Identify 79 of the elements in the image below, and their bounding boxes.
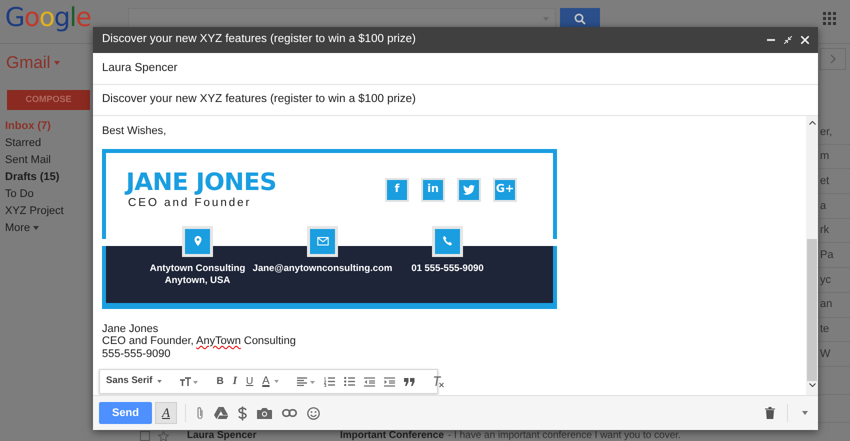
- underline-button[interactable]: U: [246, 374, 254, 389]
- recipient-field[interactable]: Laura Spencer: [93, 53, 818, 85]
- align-left-icon[interactable]: [296, 377, 315, 386]
- exit-full-screen-icon[interactable]: [784, 36, 792, 44]
- caret-icon: [157, 380, 162, 383]
- message-snippet: W: [820, 346, 832, 362]
- send-button[interactable]: Send: [99, 402, 152, 424]
- link-icon[interactable]: [282, 409, 297, 417]
- contact-text: Jane@anytownconsulting.com: [252, 262, 392, 274]
- nav-item[interactable]: Drafts (15): [5, 168, 93, 186]
- chevron-down-icon: [808, 383, 816, 387]
- message-snippet: et: [820, 174, 830, 189]
- google-logo: Google: [5, 3, 91, 33]
- nav-item[interactable]: XYZ Project: [5, 202, 93, 220]
- message-snippet: m: [820, 149, 830, 164]
- sender-name: Laura Spencer: [187, 431, 258, 441]
- text-size-icon[interactable]: [180, 377, 198, 386]
- bold-button[interactable]: B: [216, 374, 224, 389]
- caret-icon: [274, 380, 279, 383]
- formatting-toggle[interactable]: A: [155, 402, 177, 424]
- contact-text: Anytown, USA: [164, 274, 230, 286]
- social-link[interactable]: f: [387, 180, 407, 200]
- signature-text: Jane Jones: [102, 322, 160, 335]
- scrollbar[interactable]: [806, 116, 818, 395]
- message-snippet: an: [820, 297, 834, 312]
- envelope-icon: [316, 235, 328, 247]
- text-color-button[interactable]: A: [262, 373, 279, 390]
- nav-item[interactable]: Starred: [5, 134, 93, 152]
- caret-icon: [33, 226, 40, 230]
- contact-text: Antytown Consulting: [150, 262, 246, 274]
- map-pin-icon: [192, 235, 204, 247]
- chevron-right-icon: [830, 54, 836, 64]
- signature-role: CEO and Founder: [128, 196, 252, 210]
- smiley-icon[interactable]: [307, 406, 320, 420]
- window-title: Discover your new XYZ features (register to win a $100 prize): [102, 32, 416, 48]
- bulleted-list-icon[interactable]: [344, 376, 355, 387]
- signature-text: CEO and Founder, AnyTown Consulting: [102, 335, 297, 348]
- star-icon[interactable]: [158, 430, 169, 441]
- nav-item[interactable]: To Do: [5, 186, 93, 203]
- more-options-caret-icon[interactable]: [802, 411, 808, 415]
- camera-icon[interactable]: [257, 407, 272, 419]
- numbered-list-icon[interactable]: [324, 376, 335, 387]
- message-snippet: te: [820, 322, 830, 338]
- clear-formatting-icon[interactable]: [432, 376, 445, 388]
- bird-icon: [463, 184, 475, 194]
- signature-name: JANE JONES: [126, 170, 276, 194]
- indent-icon[interactable]: [384, 376, 395, 386]
- greeting-text: Best Wishes,: [102, 124, 168, 139]
- italic-button[interactable]: I: [232, 373, 237, 390]
- quote-icon[interactable]: [404, 378, 415, 386]
- message-snippet: er,: [820, 124, 834, 140]
- close-icon[interactable]: [801, 36, 809, 44]
- trash-icon[interactable]: [765, 407, 775, 419]
- phone-icon: [442, 235, 454, 247]
- signature-text: 555-555-9090: [102, 348, 172, 360]
- outdent-icon[interactable]: [364, 376, 375, 386]
- chevron-up-icon: [808, 121, 816, 125]
- more-link[interactable]: More: [5, 220, 30, 237]
- subject-field[interactable]: Discover your new XYZ features (register to win a $100 prize): [93, 85, 818, 116]
- checkbox[interactable]: [140, 431, 150, 441]
- message-preview: - I have an important conference I want you to cover.: [448, 431, 681, 441]
- message-snippet: a: [820, 198, 828, 214]
- nav-item[interactable]: Sent Mail: [5, 152, 93, 169]
- paperclip-icon[interactable]: [196, 406, 204, 420]
- search-icon: [574, 13, 586, 25]
- apps-grid-icon[interactable]: [823, 12, 836, 25]
- message-snippet: Pa: [820, 248, 834, 264]
- dollar-sign-icon[interactable]: [238, 406, 247, 420]
- message-snippet: rk: [820, 223, 830, 238]
- triangle-logo-icon[interactable]: [214, 407, 228, 419]
- message-snippet: yc: [820, 272, 832, 288]
- social-link[interactable]: [459, 180, 479, 200]
- message-subject: Important Conference: [340, 431, 444, 441]
- compose-button[interactable]: COMPOSE: [7, 90, 90, 110]
- social-link[interactable]: G+: [495, 180, 515, 200]
- caret-icon: [54, 60, 60, 65]
- contact-text: 01 555-555-9090: [411, 262, 484, 274]
- social-link[interactable]: in: [423, 180, 443, 200]
- font-dropdown[interactable]: Sans Serif: [106, 374, 162, 389]
